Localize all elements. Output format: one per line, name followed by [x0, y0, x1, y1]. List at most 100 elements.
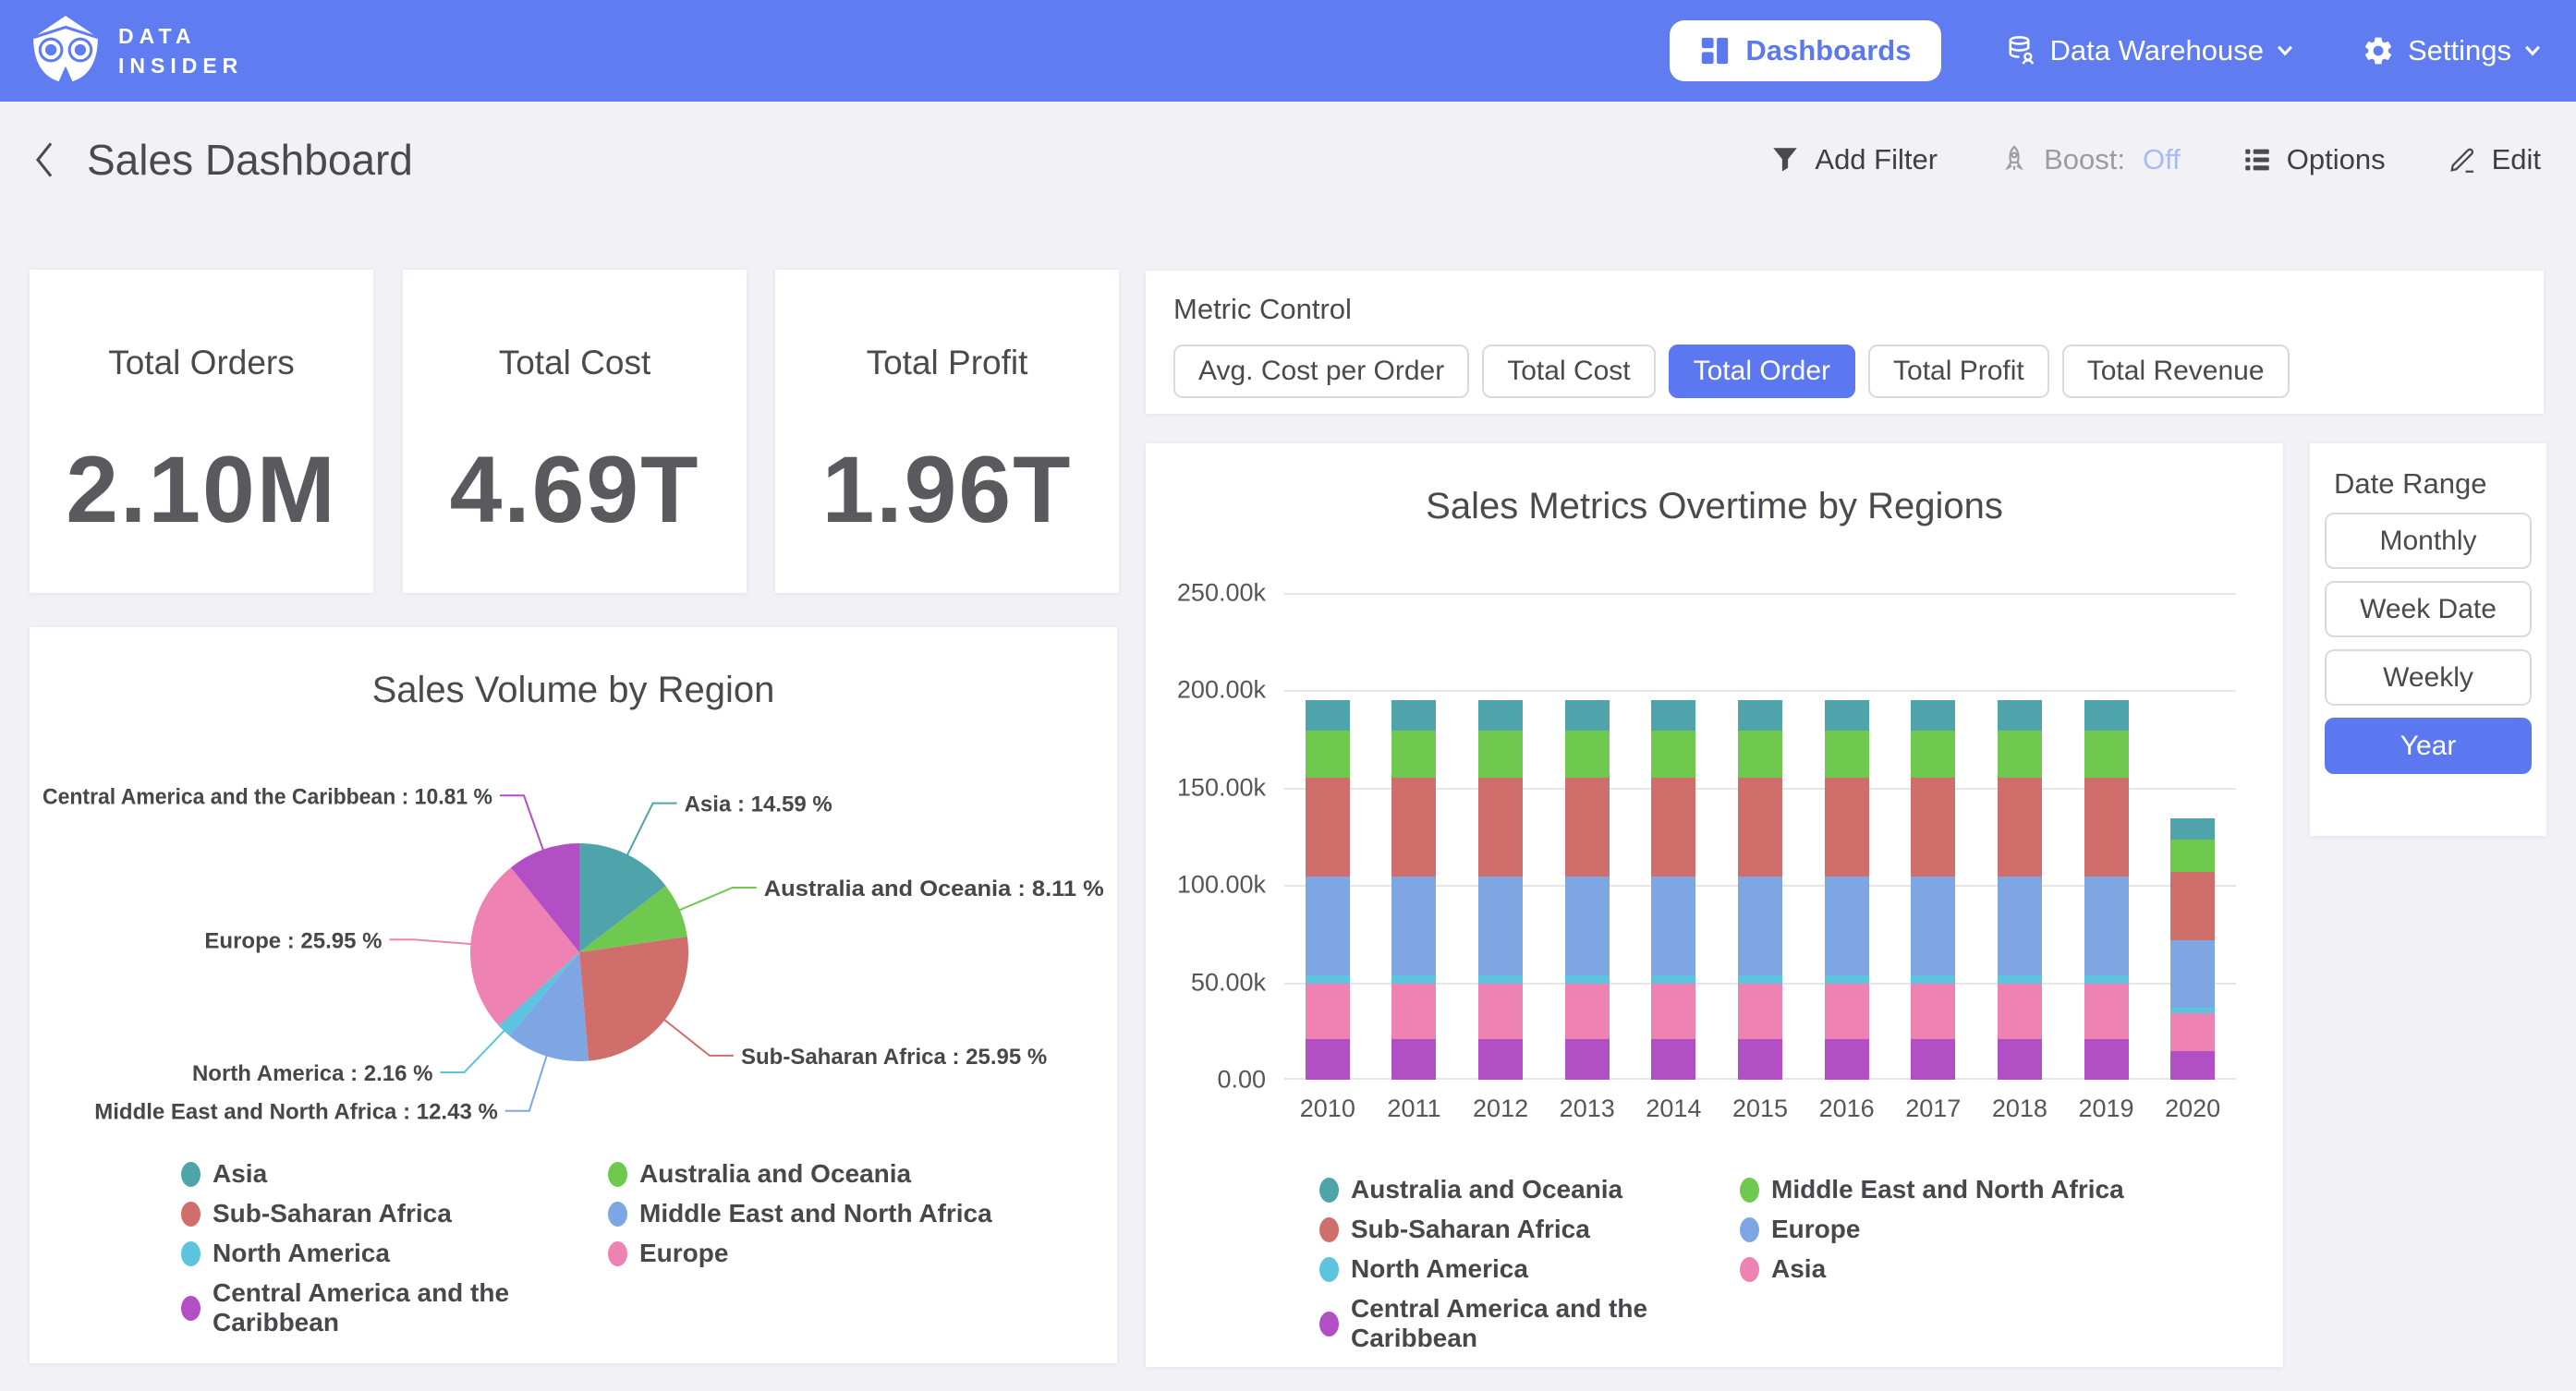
- bar-2011-europe[interactable]: [1391, 877, 1436, 975]
- bar-2013-asia[interactable]: [1565, 984, 1610, 1039]
- bar-2015-asia[interactable]: [1738, 984, 1782, 1039]
- bar-2020-europe[interactable]: [2170, 940, 2215, 1008]
- bar-2014-middle-east-and-north-africa[interactable]: [1651, 731, 1695, 778]
- bar-2019-asia[interactable]: [2084, 984, 2129, 1039]
- bar-2010-central-america-and-the-caribbean[interactable]: [1306, 1039, 1350, 1080]
- bar-2017-australia-and-oceania[interactable]: [1911, 700, 1955, 731]
- bar-2019[interactable]: [2084, 700, 2129, 1080]
- legend-item-europe[interactable]: Europe: [608, 1239, 1035, 1268]
- bar-2019-europe[interactable]: [2084, 877, 2129, 975]
- pie-slice-sub-saharan-africa[interactable]: [579, 937, 688, 1061]
- bar-2020-central-america-and-the-caribbean[interactable]: [2170, 1051, 2215, 1080]
- bar-2011-middle-east-and-north-africa[interactable]: [1391, 731, 1436, 778]
- bar-2010-europe[interactable]: [1306, 877, 1350, 975]
- bar-2015-europe[interactable]: [1738, 877, 1782, 975]
- bar-2015-north-america[interactable]: [1738, 975, 1782, 984]
- boost-toggle[interactable]: Boost: Off: [1993, 142, 2186, 177]
- bar-2020-middle-east-and-north-africa[interactable]: [2170, 840, 2215, 872]
- bar-2011[interactable]: [1391, 700, 1436, 1080]
- bar-2010[interactable]: [1306, 700, 1350, 1080]
- bar-2017-central-america-and-the-caribbean[interactable]: [1911, 1039, 1955, 1080]
- bar-2018-europe[interactable]: [1998, 877, 2042, 975]
- legend-item-australia-and-oceania[interactable]: Australia and Oceania: [608, 1159, 1035, 1189]
- bar-2019-north-america[interactable]: [2084, 975, 2129, 984]
- options-button[interactable]: Options: [2236, 142, 2391, 177]
- bar-2013-middle-east-and-north-africa[interactable]: [1565, 731, 1610, 778]
- bar-2016[interactable]: [1825, 700, 1869, 1080]
- legend-item-australia-and-oceania[interactable]: Australia and Oceania: [1319, 1175, 1740, 1204]
- bar-2013-central-america-and-the-caribbean[interactable]: [1565, 1039, 1610, 1080]
- bar-2019-central-america-and-the-caribbean[interactable]: [2084, 1039, 2129, 1080]
- metric-option-total-profit[interactable]: Total Profit: [1868, 345, 2049, 398]
- legend-item-middle-east-and-north-africa[interactable]: Middle East and North Africa: [608, 1199, 1035, 1228]
- metric-option-total-revenue[interactable]: Total Revenue: [2062, 345, 2290, 398]
- bar-2018-sub-saharan-africa[interactable]: [1998, 778, 2042, 877]
- bar-2019-middle-east-and-north-africa[interactable]: [2084, 731, 2129, 778]
- legend-item-asia[interactable]: Asia: [181, 1159, 608, 1189]
- bar-2018[interactable]: [1998, 700, 2042, 1080]
- bar-2010-australia-and-oceania[interactable]: [1306, 700, 1350, 731]
- bar-2014-sub-saharan-africa[interactable]: [1651, 778, 1695, 877]
- legend-item-north-america[interactable]: North America: [1319, 1254, 1740, 1284]
- edit-button[interactable]: Edit: [2441, 142, 2546, 177]
- bar-2013-europe[interactable]: [1565, 877, 1610, 975]
- bar-2017-middle-east-and-north-africa[interactable]: [1911, 731, 1955, 778]
- legend-item-central-america-and-the-caribbean[interactable]: Central America and the Caribbean: [181, 1278, 608, 1337]
- bar-2012[interactable]: [1478, 700, 1523, 1080]
- legend-item-asia[interactable]: Asia: [1740, 1254, 2160, 1284]
- bar-2012-europe[interactable]: [1478, 877, 1523, 975]
- date-range-option-week-date[interactable]: Week Date: [2325, 581, 2532, 637]
- bar-2019-australia-and-oceania[interactable]: [2084, 700, 2129, 731]
- bar-2013-australia-and-oceania[interactable]: [1565, 700, 1610, 731]
- legend-item-central-america-and-the-caribbean[interactable]: Central America and the Caribbean: [1319, 1294, 1740, 1353]
- bar-2016-north-america[interactable]: [1825, 975, 1869, 984]
- bar-2013-north-america[interactable]: [1565, 975, 1610, 984]
- legend-item-north-america[interactable]: North America: [181, 1239, 608, 1268]
- bar-2014-australia-and-oceania[interactable]: [1651, 700, 1695, 731]
- bar-2015[interactable]: [1738, 700, 1782, 1080]
- date-range-option-year[interactable]: Year: [2325, 718, 2532, 774]
- bar-2017-sub-saharan-africa[interactable]: [1911, 778, 1955, 877]
- bar-2014-europe[interactable]: [1651, 877, 1695, 975]
- bar-2016-europe[interactable]: [1825, 877, 1869, 975]
- legend-item-sub-saharan-africa[interactable]: Sub-Saharan Africa: [1319, 1215, 1740, 1244]
- nav-item-data-warehouse[interactable]: Data Warehouse: [1999, 33, 2299, 68]
- bar-2015-australia-and-oceania[interactable]: [1738, 700, 1782, 731]
- bar-2011-north-america[interactable]: [1391, 975, 1436, 984]
- bar-2020[interactable]: [2170, 818, 2215, 1080]
- bar-2016-central-america-and-the-caribbean[interactable]: [1825, 1039, 1869, 1080]
- bar-2018-north-america[interactable]: [1998, 975, 2042, 984]
- bar-2010-asia[interactable]: [1306, 984, 1350, 1039]
- bar-2013-sub-saharan-africa[interactable]: [1565, 778, 1610, 877]
- bar-2012-asia[interactable]: [1478, 984, 1523, 1039]
- bar-2015-central-america-and-the-caribbean[interactable]: [1738, 1039, 1782, 1080]
- bar-2017-north-america[interactable]: [1911, 975, 1955, 984]
- bar-2020-sub-saharan-africa[interactable]: [2170, 872, 2215, 939]
- bar-2018-australia-and-oceania[interactable]: [1998, 700, 2042, 731]
- bar-2017-europe[interactable]: [1911, 877, 1955, 975]
- bar-2018-central-america-and-the-caribbean[interactable]: [1998, 1039, 2042, 1080]
- add-filter-button[interactable]: Add Filter: [1764, 142, 1943, 177]
- bar-2019-sub-saharan-africa[interactable]: [2084, 778, 2129, 877]
- bar-2015-middle-east-and-north-africa[interactable]: [1738, 731, 1782, 778]
- bar-2016-asia[interactable]: [1825, 984, 1869, 1039]
- bar-2011-asia[interactable]: [1391, 984, 1436, 1039]
- bar-2014[interactable]: [1651, 700, 1695, 1080]
- metric-option-total-order[interactable]: Total Order: [1669, 345, 1855, 398]
- bar-2020-australia-and-oceania[interactable]: [2170, 818, 2215, 840]
- nav-item-settings[interactable]: Settings: [2356, 33, 2546, 68]
- bar-2012-sub-saharan-africa[interactable]: [1478, 778, 1523, 877]
- back-button[interactable]: [30, 138, 59, 182]
- bar-2020-asia[interactable]: [2170, 1013, 2215, 1051]
- legend-item-europe[interactable]: Europe: [1740, 1215, 2160, 1244]
- bar-2016-middle-east-and-north-africa[interactable]: [1825, 731, 1869, 778]
- metric-option-total-cost[interactable]: Total Cost: [1482, 345, 1655, 398]
- bar-2011-sub-saharan-africa[interactable]: [1391, 778, 1436, 877]
- legend-item-middle-east-and-north-africa[interactable]: Middle East and North Africa: [1740, 1175, 2160, 1204]
- bar-2011-australia-and-oceania[interactable]: [1391, 700, 1436, 731]
- bar-2010-middle-east-and-north-africa[interactable]: [1306, 731, 1350, 778]
- date-range-option-monthly[interactable]: Monthly: [2325, 513, 2532, 569]
- bar-2016-sub-saharan-africa[interactable]: [1825, 778, 1869, 877]
- nav-item-dashboards[interactable]: Dashboards: [1670, 20, 1940, 81]
- bar-2011-central-america-and-the-caribbean[interactable]: [1391, 1039, 1436, 1080]
